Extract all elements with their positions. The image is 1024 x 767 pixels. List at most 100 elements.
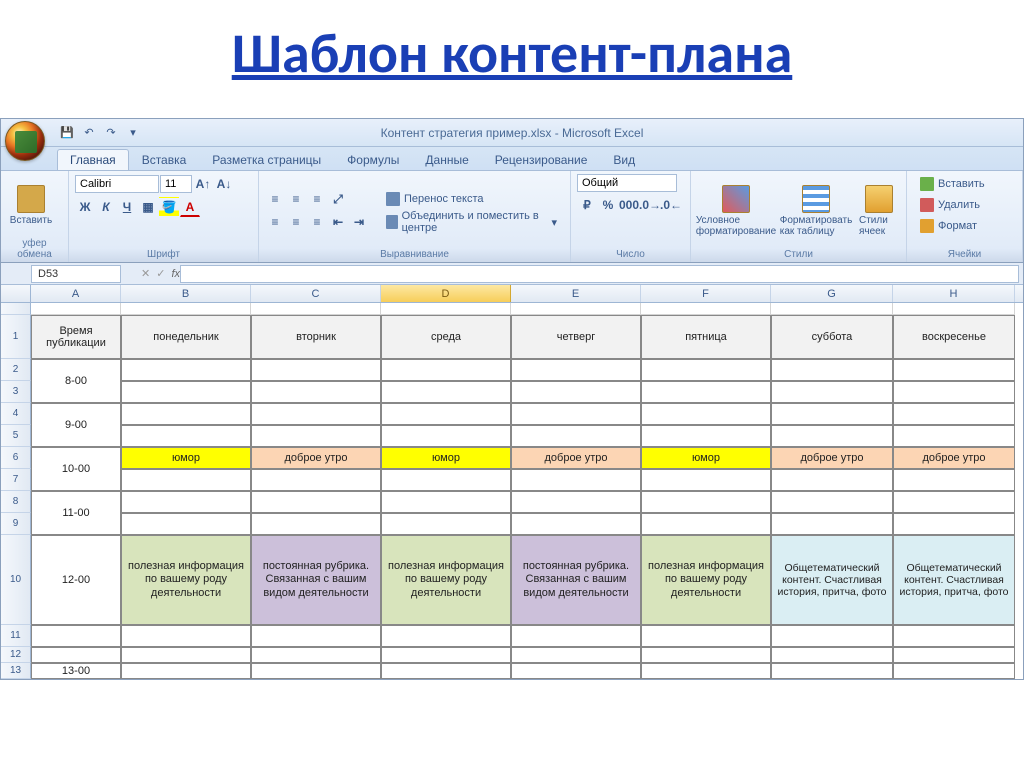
tab-data[interactable]: Данные bbox=[412, 149, 481, 170]
cell[interactable] bbox=[893, 491, 1015, 513]
cell[interactable] bbox=[381, 403, 511, 425]
insert-cells-button[interactable]: Вставить bbox=[913, 174, 992, 194]
cell[interactable] bbox=[251, 513, 381, 535]
col-header-d[interactable]: D bbox=[381, 285, 511, 302]
cell-header-sun[interactable]: воскресенье bbox=[893, 315, 1015, 359]
increase-indent-icon[interactable]: ⇥ bbox=[349, 212, 369, 232]
cell[interactable] bbox=[893, 359, 1015, 381]
cell[interactable] bbox=[251, 359, 381, 381]
cell-time-13[interactable]: 13-00 bbox=[31, 663, 121, 679]
cell[interactable] bbox=[893, 303, 1015, 315]
row-header-12[interactable]: 12 bbox=[1, 647, 31, 663]
row-header-9[interactable]: 9 bbox=[1, 513, 31, 535]
cell[interactable] bbox=[511, 663, 641, 679]
cell[interactable] bbox=[511, 381, 641, 403]
cell[interactable] bbox=[511, 403, 641, 425]
orientation-icon[interactable]: ⤢ bbox=[328, 189, 348, 209]
cell[interactable] bbox=[381, 647, 511, 663]
cell[interactable] bbox=[121, 469, 251, 491]
cell[interactable] bbox=[641, 513, 771, 535]
cell[interactable] bbox=[511, 513, 641, 535]
number-format-select[interactable] bbox=[577, 174, 677, 192]
cell-12-fri[interactable]: полезная информация по вашему роду деяте… bbox=[641, 535, 771, 625]
col-header-c[interactable]: C bbox=[251, 285, 381, 302]
formula-bar[interactable] bbox=[180, 265, 1019, 283]
font-size-input[interactable] bbox=[160, 175, 192, 193]
cell[interactable] bbox=[121, 663, 251, 679]
row-header-10[interactable]: 10 bbox=[1, 535, 31, 625]
cell[interactable] bbox=[121, 381, 251, 403]
tab-formulas[interactable]: Формулы bbox=[334, 149, 412, 170]
fx-cancel-icon[interactable]: ✕ bbox=[141, 267, 150, 280]
undo-icon[interactable]: ↶ bbox=[79, 123, 99, 143]
row-header-1[interactable]: 1 bbox=[1, 315, 31, 359]
merge-center-button[interactable]: Объединить и поместить в центре ▾ bbox=[379, 212, 564, 232]
cell[interactable] bbox=[381, 469, 511, 491]
format-cells-button[interactable]: Формат bbox=[913, 216, 984, 236]
col-header-g[interactable]: G bbox=[771, 285, 893, 302]
cell-header-mon[interactable]: понедельник bbox=[121, 315, 251, 359]
row-header-5[interactable]: 5 bbox=[1, 425, 31, 447]
select-all-corner[interactable] bbox=[1, 285, 31, 302]
currency-icon[interactable]: ₽ bbox=[577, 195, 597, 215]
tab-page-layout[interactable]: Разметка страницы bbox=[199, 149, 334, 170]
cell-12-sat[interactable]: Общетематический контент. Счастливая ист… bbox=[771, 535, 893, 625]
cell[interactable] bbox=[381, 381, 511, 403]
cell[interactable] bbox=[511, 469, 641, 491]
bold-button[interactable]: Ж bbox=[75, 197, 95, 217]
cell[interactable] bbox=[31, 647, 121, 663]
cell[interactable] bbox=[771, 647, 893, 663]
col-header-h[interactable]: H bbox=[893, 285, 1015, 302]
row-header-13[interactable]: 13 bbox=[1, 663, 31, 679]
cell-header-tue[interactable]: вторник bbox=[251, 315, 381, 359]
italic-button[interactable]: К bbox=[96, 197, 116, 217]
cell-12-mon[interactable]: полезная информация по вашему роду деяте… bbox=[121, 535, 251, 625]
cell-10-wed[interactable]: юмор bbox=[381, 447, 511, 469]
cell[interactable] bbox=[641, 469, 771, 491]
row-header-blank[interactable] bbox=[1, 303, 31, 315]
cell[interactable] bbox=[381, 359, 511, 381]
cell-12-thu[interactable]: постоянная рубрика. Связанная с вашим ви… bbox=[511, 535, 641, 625]
tab-review[interactable]: Рецензирование bbox=[482, 149, 601, 170]
cell-header-thu[interactable]: четверг bbox=[511, 315, 641, 359]
cell[interactable] bbox=[641, 647, 771, 663]
cell[interactable] bbox=[251, 303, 381, 315]
cell-header-sat[interactable]: суббота bbox=[771, 315, 893, 359]
cell-time-9[interactable]: 9-00 bbox=[31, 403, 121, 447]
underline-button[interactable]: Ч bbox=[117, 197, 137, 217]
cells-grid[interactable]: Время публикации понедельник вторник сре… bbox=[31, 303, 1023, 679]
cell[interactable] bbox=[251, 381, 381, 403]
cell-12-wed[interactable]: полезная информация по вашему роду деяте… bbox=[381, 535, 511, 625]
col-header-f[interactable]: F bbox=[641, 285, 771, 302]
tab-home[interactable]: Главная bbox=[57, 149, 129, 170]
font-name-input[interactable] bbox=[75, 175, 159, 193]
cell[interactable] bbox=[771, 403, 893, 425]
row-header-6[interactable]: 6 bbox=[1, 447, 31, 469]
cell[interactable] bbox=[771, 381, 893, 403]
cell[interactable] bbox=[641, 663, 771, 679]
cell[interactable] bbox=[641, 625, 771, 647]
cell-time-10[interactable]: 10-00 bbox=[31, 447, 121, 491]
cell-time-8[interactable]: 8-00 bbox=[31, 359, 121, 403]
cell[interactable] bbox=[511, 647, 641, 663]
cell[interactable] bbox=[251, 491, 381, 513]
cell[interactable] bbox=[893, 625, 1015, 647]
cell[interactable] bbox=[381, 513, 511, 535]
col-header-b[interactable]: B bbox=[121, 285, 251, 302]
cell-10-tue[interactable]: доброе утро bbox=[251, 447, 381, 469]
cell-10-sat[interactable]: доброе утро bbox=[771, 447, 893, 469]
cell[interactable] bbox=[771, 513, 893, 535]
decrease-decimal-icon[interactable]: .0← bbox=[661, 195, 681, 215]
office-button[interactable] bbox=[5, 121, 45, 161]
cell[interactable] bbox=[771, 469, 893, 491]
cell-time-11[interactable]: 11-00 bbox=[31, 491, 121, 535]
cell[interactable] bbox=[771, 425, 893, 447]
row-header-3[interactable]: 3 bbox=[1, 381, 31, 403]
align-right-icon[interactable]: ≡ bbox=[307, 212, 327, 232]
fill-color-button[interactable]: 🪣 bbox=[159, 197, 179, 217]
cell[interactable] bbox=[121, 625, 251, 647]
row-header-8[interactable]: 8 bbox=[1, 491, 31, 513]
align-bottom-icon[interactable]: ≡ bbox=[307, 189, 327, 209]
font-color-button[interactable]: A bbox=[180, 197, 200, 217]
cell-header-fri[interactable]: пятница bbox=[641, 315, 771, 359]
